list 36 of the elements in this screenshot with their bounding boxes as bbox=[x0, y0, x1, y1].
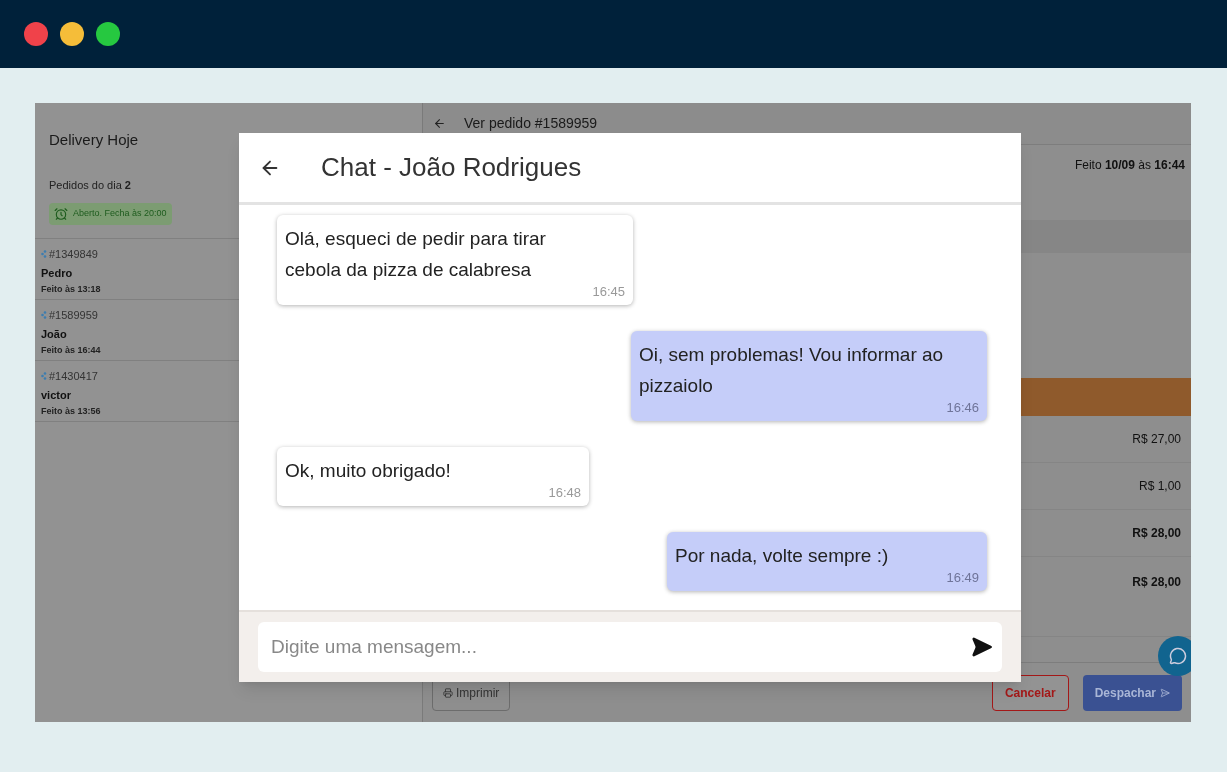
message-time: 16:45 bbox=[592, 282, 625, 301]
customer-name: victor bbox=[41, 387, 71, 403]
alarm-icon bbox=[54, 207, 68, 221]
dots-icon bbox=[41, 372, 47, 381]
dispatch-button[interactable]: Despachar bbox=[1082, 674, 1182, 711]
order-number: #1589959 bbox=[49, 308, 98, 323]
message-text: Por nada, volte sempre :) bbox=[675, 544, 890, 568]
message-text: Ok, muito obrigado! bbox=[285, 459, 452, 483]
customer-name: João bbox=[41, 326, 67, 342]
order-title: Ver pedido #1589959 bbox=[464, 114, 598, 133]
price-value: R$ 27,00 bbox=[1132, 431, 1181, 448]
message-text: Oi, sem problemas! Vou informar ao pizzaiolo bbox=[639, 343, 945, 398]
price-value: R$ 28,00 bbox=[1132, 574, 1181, 591]
sidebar-title: Delivery Hoje bbox=[49, 130, 140, 150]
order-time: Feito às 13:18 bbox=[41, 283, 101, 296]
status-badge: Aberto. Fecha às 20:00 bbox=[49, 203, 172, 225]
dots-icon bbox=[41, 250, 47, 259]
price-value: R$ 28,00 bbox=[1132, 525, 1181, 542]
order-time: Feito às 16:44 bbox=[41, 344, 101, 357]
send-icon bbox=[1160, 687, 1170, 698]
chat-button[interactable] bbox=[1158, 636, 1191, 676]
price-value: R$ 1,00 bbox=[1138, 478, 1181, 495]
order-number: #1349849 bbox=[49, 247, 98, 262]
chat-icon bbox=[1169, 647, 1187, 665]
message-field[interactable]: Digite uma mensagem... bbox=[258, 622, 1002, 672]
orders-count: Pedidos do dia 2 bbox=[49, 177, 132, 193]
order-time: Feito às 13:56 bbox=[41, 405, 101, 418]
printer-icon bbox=[443, 687, 453, 698]
chat-title: Chat - João Rodrigues bbox=[321, 151, 582, 184]
order-number: #1430417 bbox=[49, 369, 98, 384]
order-date: Feito 10/09 às 16:44 bbox=[1074, 157, 1185, 174]
message-time: 16:48 bbox=[548, 483, 581, 502]
dots-icon bbox=[41, 311, 47, 320]
message-time: 16:49 bbox=[946, 568, 979, 587]
customer-name: Pedro bbox=[41, 265, 73, 281]
message-time: 16:46 bbox=[946, 398, 979, 417]
